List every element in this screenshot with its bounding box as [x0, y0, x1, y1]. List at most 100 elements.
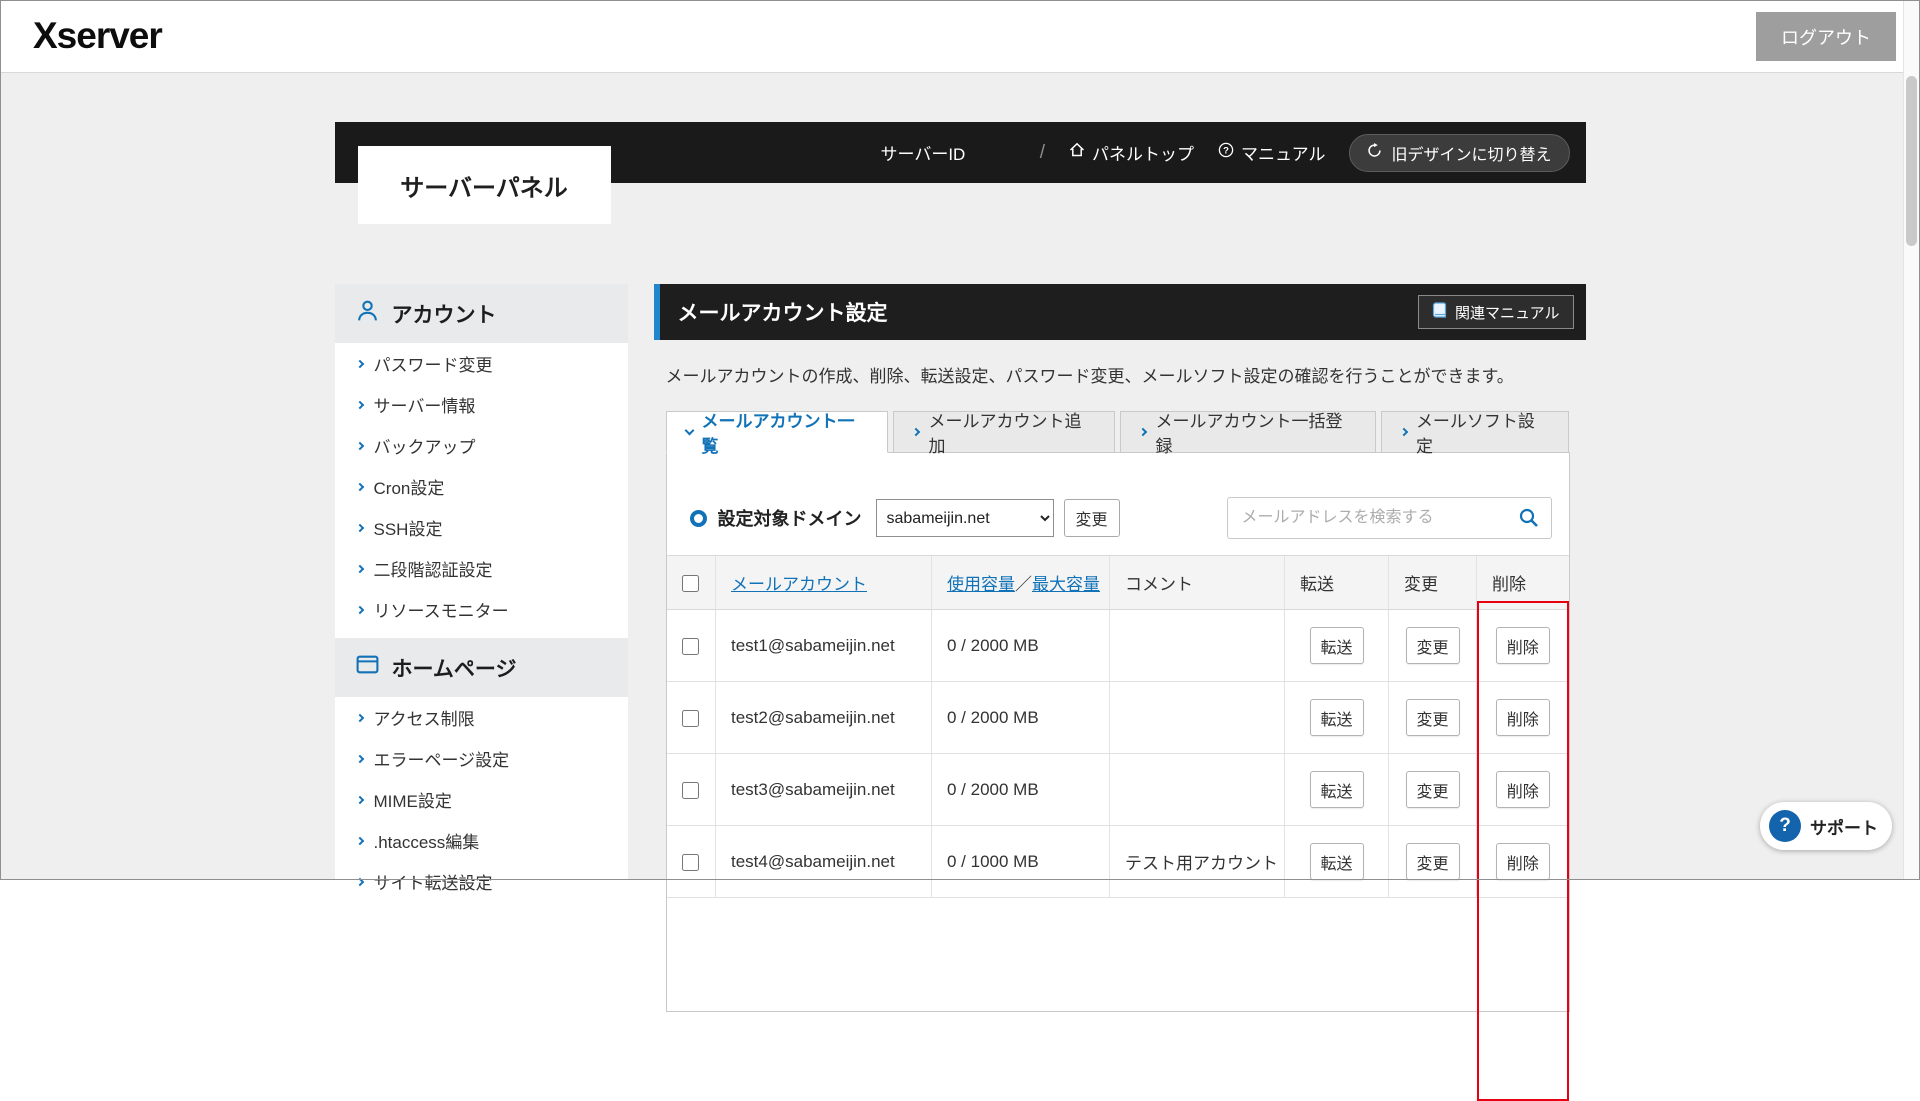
usage-cell: 0 / 2000 MB	[931, 609, 1110, 682]
sidebar-item-label: Cron設定	[373, 479, 445, 498]
switch-old-design-label: 旧デザインに切り替え	[1391, 146, 1552, 164]
mail-accounts-table-wrap: メールアカウント 使用容量／最大容量 コメント 転送 変更 削除 test1@s…	[666, 555, 1569, 1101]
sort-max-link[interactable]: 最大容量	[1032, 575, 1100, 594]
domain-change-button[interactable]: 変更	[1063, 499, 1120, 537]
usage-cell: 0 / 2000 MB	[931, 753, 1110, 826]
search-input[interactable]	[1226, 497, 1552, 539]
tab-label: メールアカウント一括登録	[1155, 412, 1343, 456]
usage-cell: 0 / 2000 MB	[931, 681, 1110, 754]
select-all-checkbox[interactable]	[682, 574, 700, 592]
page-content: サーバーパネル サーバーID / パネルトップ ? マニュアル 旧デザインに切り…	[0, 73, 1920, 1101]
xserver-logo[interactable]: Xserver	[33, 15, 163, 57]
sidebar-item-server-info[interactable]: サーバー情報	[335, 384, 628, 425]
table-row: test3@sabameijin.net 0 / 2000 MB 転送 変更 削…	[666, 753, 1569, 826]
sidebar-item-mime[interactable]: MIME設定	[335, 779, 628, 820]
mail-account-list-panel: 設定対象ドメイン sabameijin.net 変更 メールアドレスを検索する …	[665, 452, 1570, 1101]
change-header: 変更	[1388, 555, 1477, 610]
change-button[interactable]: 変更	[1405, 699, 1460, 736]
sidebar-item-resource-monitor[interactable]: リソースモニター	[335, 589, 628, 630]
question-icon: ?	[1769, 810, 1801, 842]
switch-old-design-button[interactable]: 旧デザインに切り替え	[1349, 133, 1570, 172]
delete-button[interactable]: 削除	[1495, 627, 1550, 664]
sort-mail-account-link[interactable]: メールアカウント	[731, 575, 867, 594]
panel-top-label: パネルトップ	[1091, 145, 1194, 164]
sidebar-item-error-page[interactable]: エラーページ設定	[335, 738, 628, 779]
chevron-right-icon	[355, 605, 364, 614]
chevron-right-icon	[355, 441, 364, 450]
sidebar-item-two-factor[interactable]: 二段階認証設定	[335, 548, 628, 589]
row-checkbox[interactable]	[682, 709, 700, 727]
chevron-right-icon	[355, 359, 364, 368]
tab-mail-account-add[interactable]: メールアカウント追加	[893, 411, 1116, 456]
delete-header: 削除	[1476, 555, 1569, 610]
change-button[interactable]: 変更	[1405, 627, 1460, 664]
chevron-down-icon	[684, 425, 694, 435]
sidebar-item-label: .htaccess編集	[373, 833, 480, 852]
related-manual-button[interactable]: 関連マニュアル	[1417, 295, 1574, 329]
scrollbar-track[interactable]	[1903, 1, 1919, 879]
comment-cell: テスト用アカウント	[1109, 825, 1285, 898]
sidebar-section-account: アカウント	[334, 284, 628, 343]
change-button[interactable]: 変更	[1405, 771, 1460, 808]
tab-mail-account-list[interactable]: メールアカウント一覧	[665, 411, 889, 456]
domain-select[interactable]: sabameijin.net	[875, 499, 1054, 537]
chevron-right-icon	[1399, 427, 1409, 437]
chevron-right-icon	[355, 713, 364, 722]
change-button[interactable]: 変更	[1405, 843, 1460, 880]
sidebar-item-site-transfer[interactable]: サイト転送設定	[335, 861, 628, 902]
scrollbar-thumb[interactable]	[1906, 76, 1917, 246]
sidebar-item-htaccess[interactable]: .htaccess編集	[335, 820, 628, 861]
book-icon	[1432, 302, 1447, 322]
sidebar-section-homepage: ホームページ	[334, 638, 628, 697]
delete-button[interactable]: 削除	[1495, 771, 1550, 808]
sidebar-item-access-restriction[interactable]: アクセス制限	[335, 697, 628, 738]
sidebar: アカウント パスワード変更 サーバー情報 バックアップ Cron設定 SSH設定…	[334, 284, 628, 910]
browser-icon	[355, 652, 380, 683]
panel-titlebar: メールアカウント設定 関連マニュアル	[653, 284, 1586, 340]
panel-header-band: サーバーパネル サーバーID / パネルトップ ? マニュアル 旧デザインに切り…	[334, 122, 1586, 224]
sort-usage-link[interactable]: 使用容量	[947, 575, 1015, 594]
panel-top-link[interactable]: パネルトップ	[1069, 140, 1194, 165]
sidebar-item-label: サーバー情報	[373, 397, 476, 416]
target-domain-label: 設定対象ドメイン	[717, 509, 862, 529]
sidebar-item-label: SSH設定	[373, 520, 443, 539]
chevron-right-icon	[1139, 427, 1148, 437]
sidebar-item-label: エラーページ設定	[373, 751, 510, 770]
chevron-right-icon	[355, 877, 364, 886]
row-checkbox[interactable]	[682, 781, 700, 799]
topbar: Xserver ログアウト	[0, 0, 1920, 73]
domain-row: 設定対象ドメイン sabameijin.net 変更	[689, 497, 1552, 539]
sidebar-section-title: ホームページ	[391, 657, 517, 681]
manual-link[interactable]: ? マニュアル	[1218, 140, 1326, 165]
search-icon[interactable]	[1518, 507, 1539, 533]
row-checkbox[interactable]	[682, 637, 700, 655]
chevron-right-icon	[355, 482, 364, 491]
forward-button[interactable]: 転送	[1309, 843, 1364, 880]
support-button[interactable]: ? サポート	[1760, 802, 1892, 850]
sidebar-item-label: 二段階認証設定	[373, 561, 493, 580]
forward-button[interactable]: 転送	[1309, 699, 1364, 736]
sidebar-item-ssh[interactable]: SSH設定	[335, 507, 628, 548]
tab-mail-account-bulk[interactable]: メールアカウント一括登録	[1120, 411, 1376, 456]
comment-cell	[1109, 609, 1285, 682]
sidebar-item-label: バックアップ	[373, 438, 476, 457]
delete-button[interactable]: 削除	[1495, 843, 1550, 880]
row-checkbox[interactable]	[682, 853, 700, 871]
forward-header: 転送	[1284, 555, 1389, 610]
forward-button[interactable]: 転送	[1309, 627, 1364, 664]
account-cell: test3@sabameijin.net	[715, 753, 932, 826]
sidebar-item-password-change[interactable]: パスワード変更	[335, 343, 628, 384]
sidebar-item-cron[interactable]: Cron設定	[335, 466, 628, 507]
comment-header: コメント	[1109, 555, 1285, 610]
refresh-icon	[1367, 142, 1382, 163]
svg-text:?: ?	[1223, 145, 1229, 156]
tab-mail-software-settings[interactable]: メールソフト設定	[1380, 411, 1570, 456]
mail-accounts-table: メールアカウント 使用容量／最大容量 コメント 転送 変更 削除 test1@s…	[666, 555, 1569, 898]
sidebar-item-label: パスワード変更	[373, 356, 493, 375]
sidebar-item-backup[interactable]: バックアップ	[335, 425, 628, 466]
manual-label: マニュアル	[1240, 145, 1326, 164]
chevron-right-icon	[355, 754, 364, 763]
forward-button[interactable]: 転送	[1309, 771, 1364, 808]
logout-button[interactable]: ログアウト	[1756, 12, 1896, 61]
delete-button[interactable]: 削除	[1495, 699, 1550, 736]
